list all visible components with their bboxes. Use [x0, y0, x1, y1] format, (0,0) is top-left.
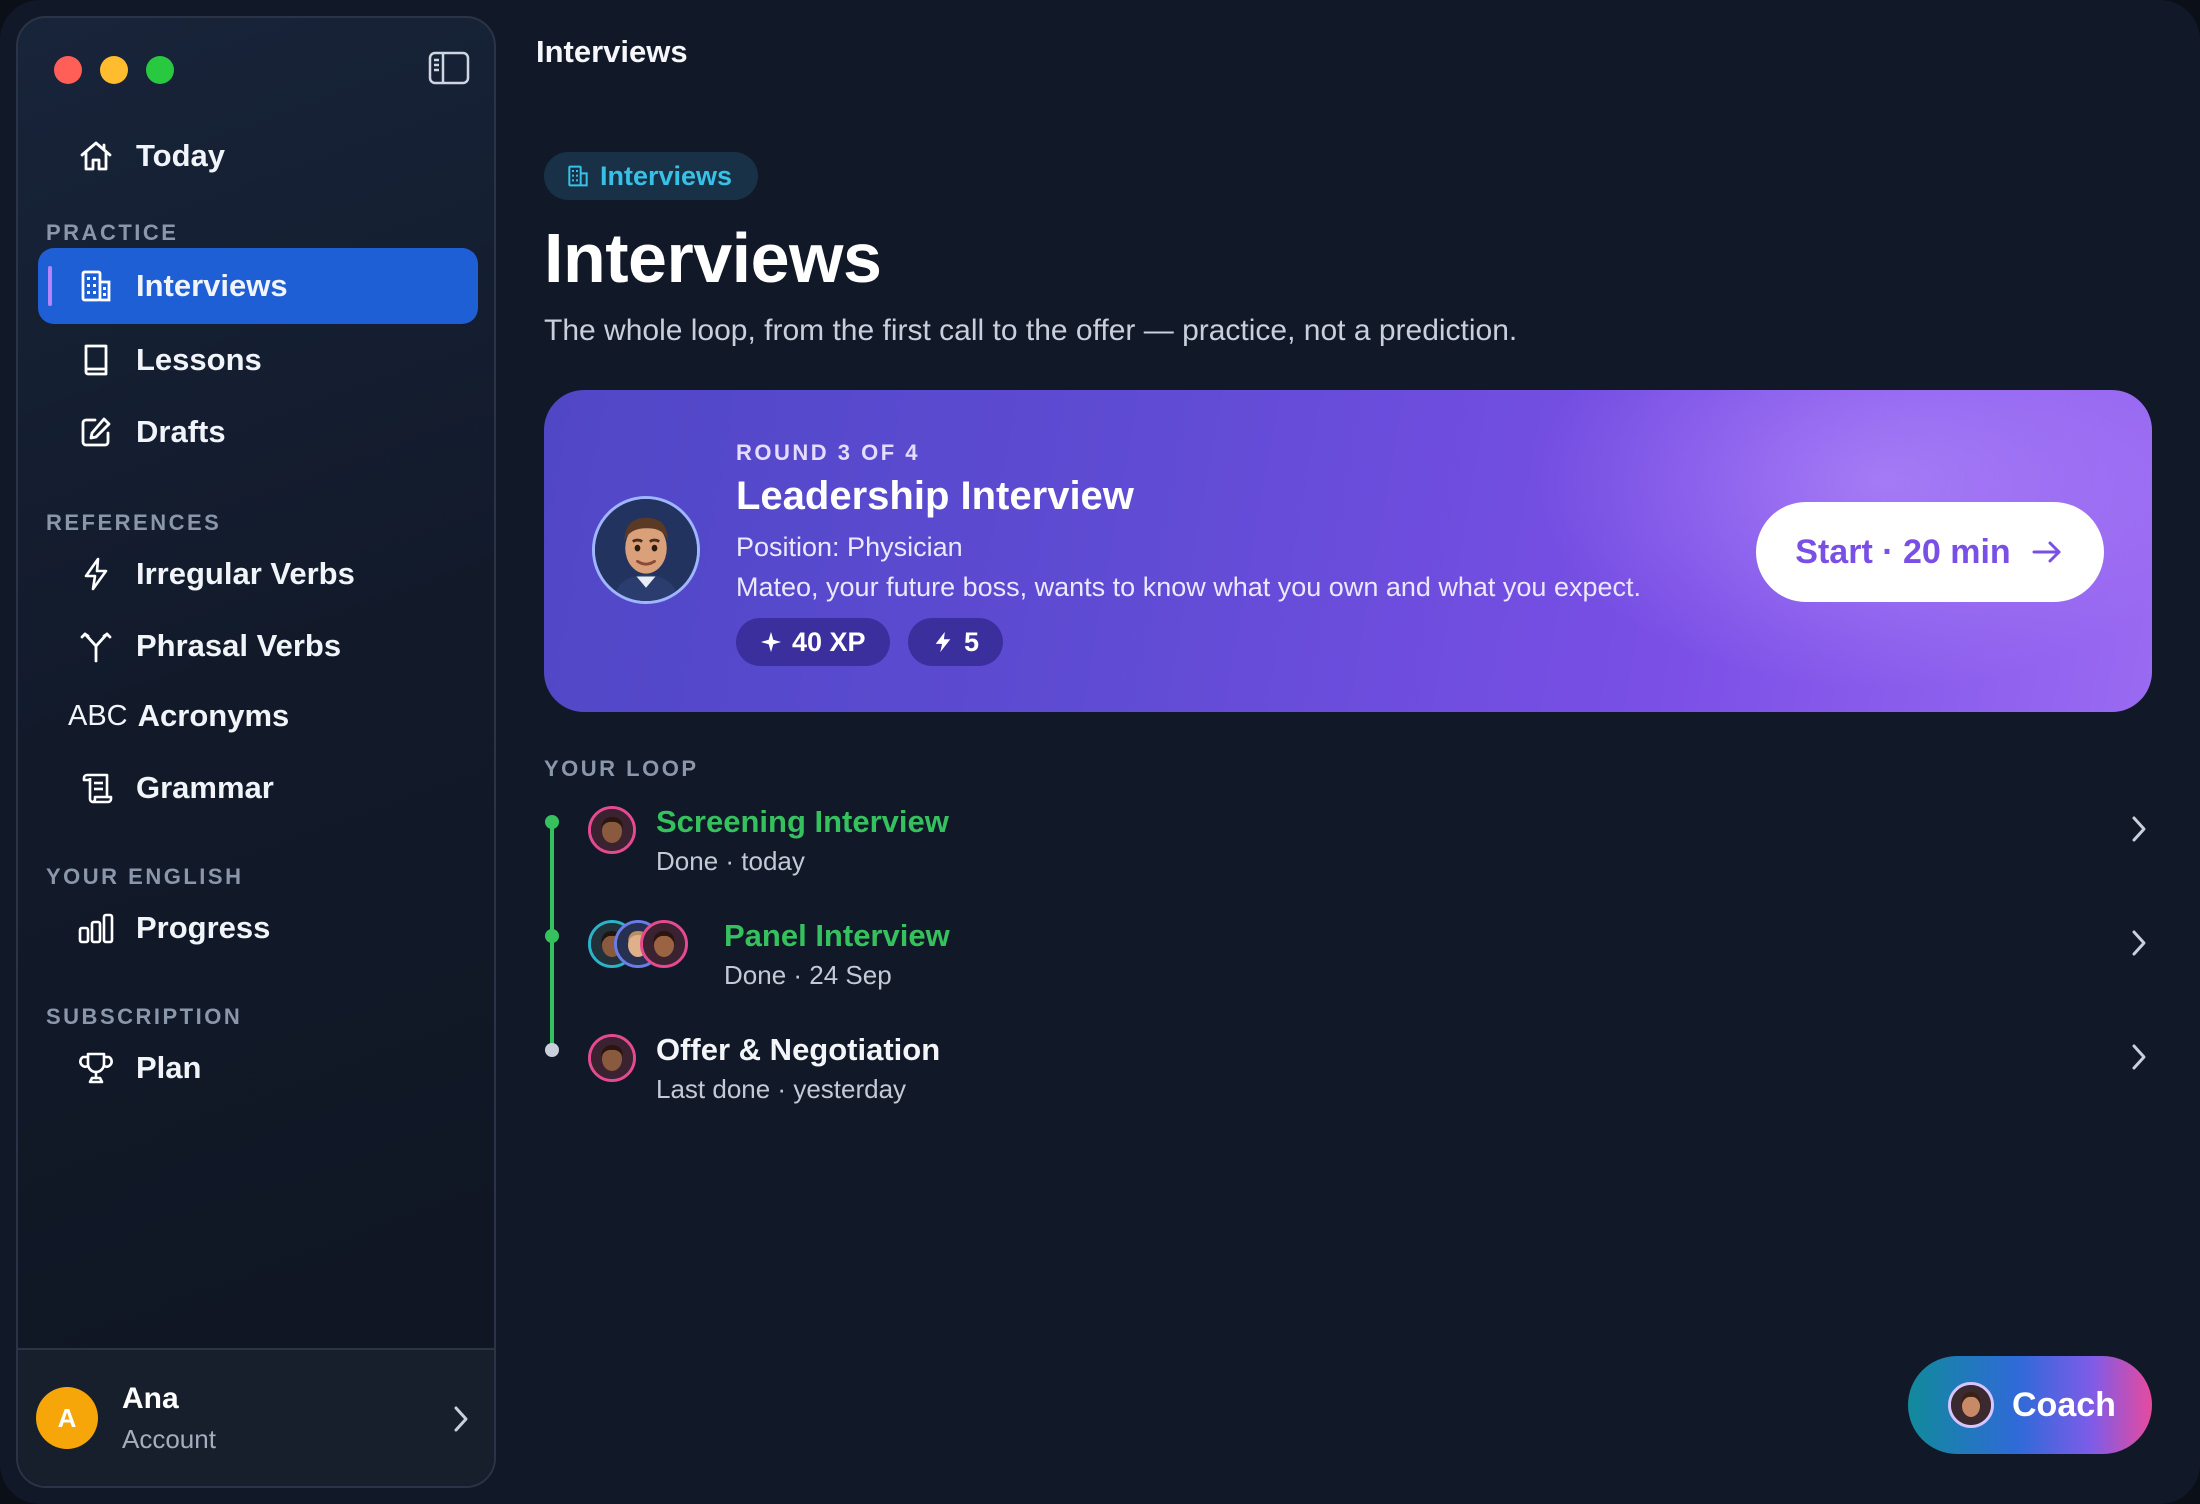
- bolt-icon: [76, 554, 116, 594]
- avatar: [640, 920, 688, 968]
- app-window: Today PRACTICE Interviews Lessons Drafts…: [0, 0, 2200, 1504]
- trophy-icon: [76, 1048, 116, 1088]
- timeline-dot-pending: [545, 1043, 559, 1057]
- sidebar-item-label: Phrasal Verbs: [136, 628, 342, 663]
- chevron-right-icon: [2132, 1044, 2146, 1070]
- avatar: [588, 806, 636, 854]
- window-title: Interviews: [536, 34, 688, 69]
- sidebar-item-grammar[interactable]: Grammar: [38, 750, 478, 826]
- home-icon: [76, 136, 116, 176]
- zoom-window-button[interactable]: [146, 56, 174, 84]
- abc-icon: ABC: [68, 699, 128, 732]
- sidebar-toggle-icon[interactable]: [428, 50, 470, 86]
- sidebar-item-label: Acronyms: [137, 698, 290, 733]
- bolt-icon: [935, 631, 951, 653]
- edit-icon: [76, 412, 116, 452]
- category-tag-label: Interviews: [600, 160, 733, 191]
- sidebar-item-label: Progress: [136, 910, 271, 945]
- section-label-references: REFERENCES: [46, 510, 222, 535]
- arrow-right-icon: [2032, 541, 2061, 563]
- interviewer-avatar: [592, 496, 700, 604]
- fork-icon: [76, 626, 116, 666]
- bar-chart-icon: [76, 908, 116, 948]
- xp-badge: 40 XP: [736, 618, 890, 666]
- building-icon: [568, 165, 588, 187]
- coach-button[interactable]: Coach: [1908, 1356, 2152, 1454]
- building-icon: [76, 266, 116, 306]
- round-label: ROUND 3 OF 4: [736, 440, 921, 465]
- sidebar-item-acronyms[interactable]: ABC Acronyms: [38, 678, 478, 754]
- avatar: [588, 1034, 636, 1082]
- round-position: Position: Physician: [736, 532, 963, 562]
- xp-badge-label: 40 XP: [792, 626, 866, 657]
- page-subtitle: The whole loop, from the first call to t…: [544, 314, 1518, 347]
- sidebar-item-progress[interactable]: Progress: [38, 890, 478, 966]
- start-round-button[interactable]: Start · 20 min: [1756, 502, 2104, 602]
- sidebar-item-label: Drafts: [136, 414, 226, 449]
- coach-avatar: [1948, 1382, 1994, 1428]
- sidebar-item-irregular-verbs[interactable]: Irregular Verbs: [38, 536, 478, 612]
- chevron-right-icon: [2132, 816, 2146, 842]
- section-label-subscription: SUBSCRIPTION: [46, 1004, 243, 1029]
- sidebar-item-today[interactable]: Today: [38, 118, 478, 194]
- section-label-your-english: YOUR ENGLISH: [46, 864, 244, 889]
- loop-item-title: Screening Interview: [656, 804, 949, 839]
- account-row[interactable]: A Ana Account: [18, 1348, 494, 1486]
- sparkle-icon: [760, 631, 782, 653]
- chevron-right-icon: [454, 1406, 468, 1432]
- loop-item-status: Last done · yesterday: [656, 1074, 907, 1104]
- minimize-window-button[interactable]: [100, 56, 128, 84]
- sidebar-item-label: Lessons: [136, 342, 262, 377]
- section-label-your-loop: YOUR LOOP: [544, 756, 699, 781]
- section-label-practice: PRACTICE: [46, 220, 179, 245]
- sidebar-item-phrasal-verbs[interactable]: Phrasal Verbs: [38, 608, 478, 684]
- timeline-dot-done: [545, 929, 559, 943]
- scroll-icon: [76, 768, 116, 808]
- sidebar-item-interviews[interactable]: Interviews: [38, 248, 478, 324]
- sidebar-item-drafts[interactable]: Drafts: [38, 394, 478, 470]
- sidebar: Today PRACTICE Interviews Lessons Drafts…: [16, 16, 496, 1488]
- timeline-dot-done: [545, 815, 559, 829]
- sidebar-item-label: Irregular Verbs: [136, 556, 355, 591]
- sidebar-item-plan[interactable]: Plan: [38, 1030, 478, 1106]
- category-tag: Interviews: [544, 152, 759, 200]
- round-title: Leadership Interview: [736, 474, 1134, 518]
- book-icon: [76, 340, 116, 380]
- loop-item-offer[interactable]: Offer & Negotiation Last done · yesterda…: [580, 1032, 2152, 1134]
- sidebar-item-label: Grammar: [136, 770, 274, 805]
- sidebar-item-label: Today: [136, 138, 225, 173]
- sidebar-item-label: Interviews: [136, 268, 288, 303]
- loop-item-title: Panel Interview: [724, 918, 950, 953]
- avatar: A: [36, 1387, 98, 1449]
- chevron-right-icon: [2132, 930, 2146, 956]
- sidebar-item-label: Plan: [136, 1050, 202, 1085]
- start-round-button-label: Start · 20 min: [1795, 532, 2011, 571]
- loop-item-status: Done · today: [656, 846, 805, 876]
- sidebar-item-lessons[interactable]: Lessons: [38, 322, 478, 398]
- account-subtitle: Account: [122, 1423, 216, 1454]
- close-window-button[interactable]: [54, 56, 82, 84]
- account-name: Ana: [122, 1381, 179, 1415]
- account-text: Ana Account: [122, 1382, 216, 1455]
- window-controls: [54, 56, 174, 84]
- round-description: Mateo, your future boss, wants to know w…: [736, 572, 1642, 602]
- coach-button-label: Coach: [2012, 1385, 2116, 1424]
- loop-item-panel[interactable]: Panel Interview Done · 24 Sep: [580, 918, 2152, 1020]
- page-title: Interviews: [544, 219, 882, 297]
- loop-item-status: Done · 24 Sep: [724, 960, 892, 990]
- loop-item-title: Offer & Negotiation: [656, 1032, 941, 1067]
- energy-badge-label: 5: [964, 626, 980, 657]
- energy-badge: 5: [908, 618, 1004, 666]
- loop-item-screening[interactable]: Screening Interview Done · today: [580, 804, 2152, 906]
- current-round-card[interactable]: ROUND 3 OF 4 Leadership Interview Positi…: [544, 390, 2152, 712]
